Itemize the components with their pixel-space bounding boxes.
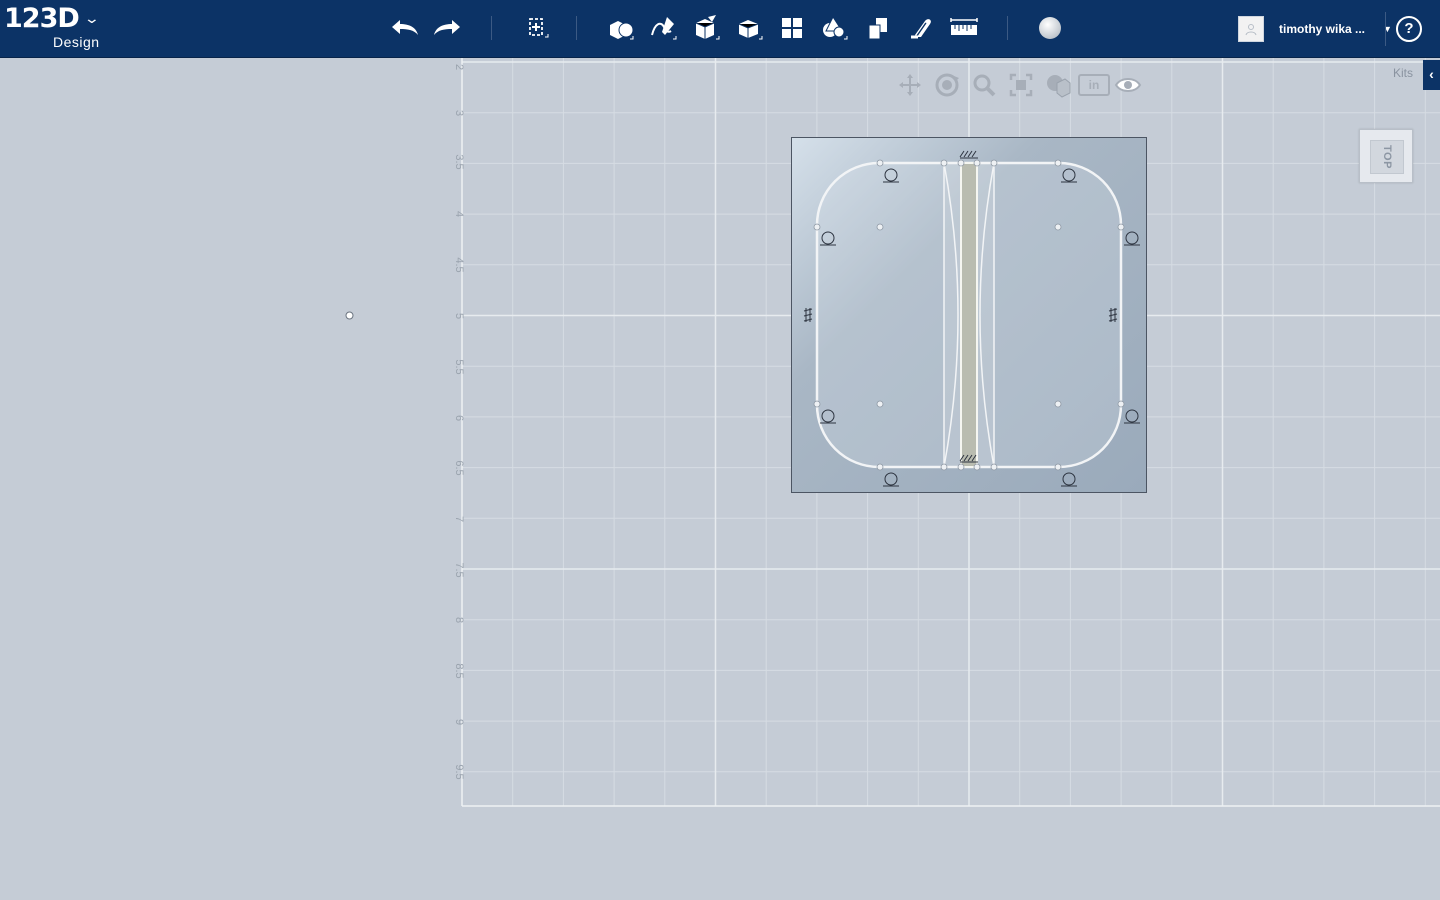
- ruler-icon: [950, 18, 978, 35]
- ruler-tick-label: 4: [453, 211, 465, 217]
- app-logo[interactable]: 123D Design ⌄: [4, 3, 100, 51]
- sketch-vertex[interactable]: [973, 159, 981, 167]
- orbit-button[interactable]: [933, 71, 961, 99]
- visibility-eye-icon: [1114, 78, 1142, 92]
- pattern-button[interactable]: [772, 8, 812, 48]
- snap-button[interactable]: [901, 8, 941, 48]
- kits-panel-toggle[interactable]: ‹: [1423, 60, 1440, 90]
- zoom-button[interactable]: [970, 71, 998, 99]
- toolbar-separator: [1385, 12, 1386, 46]
- sketch-vertex[interactable]: [990, 159, 998, 167]
- pan-button[interactable]: [896, 71, 924, 99]
- view-cube[interactable]: TOP: [1359, 129, 1413, 183]
- avatar: [1238, 16, 1264, 42]
- ruler-tick-label: 3.5: [453, 154, 465, 169]
- snap-icon: [911, 19, 931, 39]
- sketch-vertex[interactable]: [876, 159, 884, 167]
- center-slot-sketch[interactable]: [960, 162, 978, 468]
- sketch-button[interactable]: [643, 8, 683, 48]
- sketch-vertex[interactable]: [876, 463, 884, 471]
- view-cube-face[interactable]: TOP: [1370, 140, 1404, 174]
- primitives-button[interactable]: [600, 8, 640, 48]
- sketch-vertex[interactable]: [876, 400, 884, 408]
- ruler-tick-label: 9: [453, 719, 465, 725]
- redo-button[interactable]: [427, 8, 467, 48]
- undo-button[interactable]: [385, 8, 425, 48]
- sketch-vertex[interactable]: [813, 400, 821, 408]
- ruler-tick-label: 9.5: [453, 764, 465, 779]
- ruler-tick-label: 5.5: [453, 359, 465, 374]
- sketch-vertex[interactable]: [1054, 223, 1062, 231]
- sketch-vertex[interactable]: [940, 463, 948, 471]
- pivot-point[interactable]: [345, 311, 354, 320]
- fit-icon: [1009, 73, 1033, 97]
- toolbar-separator: [576, 16, 577, 40]
- pattern-icon: [782, 18, 802, 38]
- ruler-tick-label: 8: [453, 617, 465, 623]
- sketch-icon: [651, 17, 677, 40]
- undo-icon: [392, 20, 418, 35]
- logo-subtext: Design: [53, 34, 100, 50]
- units-label: in: [1078, 74, 1110, 96]
- construct-button[interactable]: [686, 8, 726, 48]
- ruler-tick-label: 2: [453, 64, 465, 70]
- user-menu[interactable]: timothy wika ... ▼: [1238, 14, 1392, 44]
- user-avatar-icon: [1245, 24, 1257, 36]
- redo-icon: [434, 20, 460, 35]
- ruler-tick-label: 5: [453, 313, 465, 319]
- sketch-vertex[interactable]: [1117, 223, 1125, 231]
- ruler: 2 3 3.5 4 4.5 5 5.5 6 6.5 7 7.5 8 8.5 9 9.5: [453, 64, 465, 780]
- construct-icon: [695, 15, 720, 40]
- ruler-tick-label: 7: [453, 516, 465, 522]
- view-mode-button[interactable]: [1043, 71, 1071, 99]
- workspace-canvas[interactable]: 2 3 3.5 4 4.5 5 5.5 6 6.5 7 7.5 8 8.5 9 9.5: [0, 58, 1440, 900]
- combine-button[interactable]: [858, 8, 898, 48]
- ruler-tick-label: 3: [453, 110, 465, 116]
- units-button[interactable]: in: [1078, 71, 1110, 99]
- toolbar-separator: [491, 16, 492, 40]
- help-button[interactable]: ?: [1396, 16, 1422, 42]
- sketch-vertex[interactable]: [1054, 400, 1062, 408]
- logo-text: 123D: [4, 3, 80, 34]
- user-name: timothy wika ...: [1279, 22, 1366, 36]
- combine-icon: [868, 18, 887, 40]
- transform-icon: [529, 18, 549, 38]
- visibility-button[interactable]: [1114, 71, 1142, 99]
- measure-button[interactable]: [944, 8, 984, 48]
- modify-icon: [738, 20, 763, 40]
- sketch-object[interactable]: [791, 137, 1147, 493]
- primitives-icon: [610, 21, 634, 40]
- zoom-icon: [973, 74, 996, 97]
- ruler-tick-label: 8.5: [453, 663, 465, 678]
- ruler-tick-label: 4.5: [453, 257, 465, 272]
- modify-button[interactable]: [729, 8, 769, 48]
- grouping-button[interactable]: [814, 8, 854, 48]
- orbit-icon: [935, 73, 959, 97]
- transform-button[interactable]: [516, 8, 556, 48]
- sketch-vertex[interactable]: [973, 463, 981, 471]
- material-sphere-icon: [1039, 17, 1061, 39]
- sketch-vertex[interactable]: [940, 159, 948, 167]
- sketch-vertex[interactable]: [876, 223, 884, 231]
- ruler-tick-label: 6: [453, 415, 465, 421]
- view-cube-label: TOP: [1380, 145, 1393, 169]
- sketch-vertex[interactable]: [1054, 159, 1062, 167]
- sketch-vertex[interactable]: [957, 463, 965, 471]
- sketch-vertex[interactable]: [957, 159, 965, 167]
- grouping-icon: [823, 15, 848, 40]
- sketch-vertex[interactable]: [990, 463, 998, 471]
- sketch-vertex[interactable]: [813, 223, 821, 231]
- pan-icon: [899, 74, 921, 96]
- fit-view-button[interactable]: [1007, 71, 1035, 99]
- ruler-tick-label: 6.5: [453, 460, 465, 475]
- sketch-vertex[interactable]: [1117, 400, 1125, 408]
- kits-label: Kits: [1393, 66, 1414, 80]
- app-menu-chevron-icon[interactable]: ⌄: [84, 10, 100, 27]
- ruler-tick-label: 7.5: [453, 562, 465, 577]
- sketch-vertex[interactable]: [1054, 463, 1062, 471]
- toolbar-separator: [1007, 16, 1008, 40]
- view-mode-icon: [1047, 75, 1071, 98]
- top-toolbar: 123D Design ⌄ timothy wika ... ▼ ?: [0, 0, 1440, 58]
- material-button[interactable]: [1030, 8, 1070, 48]
